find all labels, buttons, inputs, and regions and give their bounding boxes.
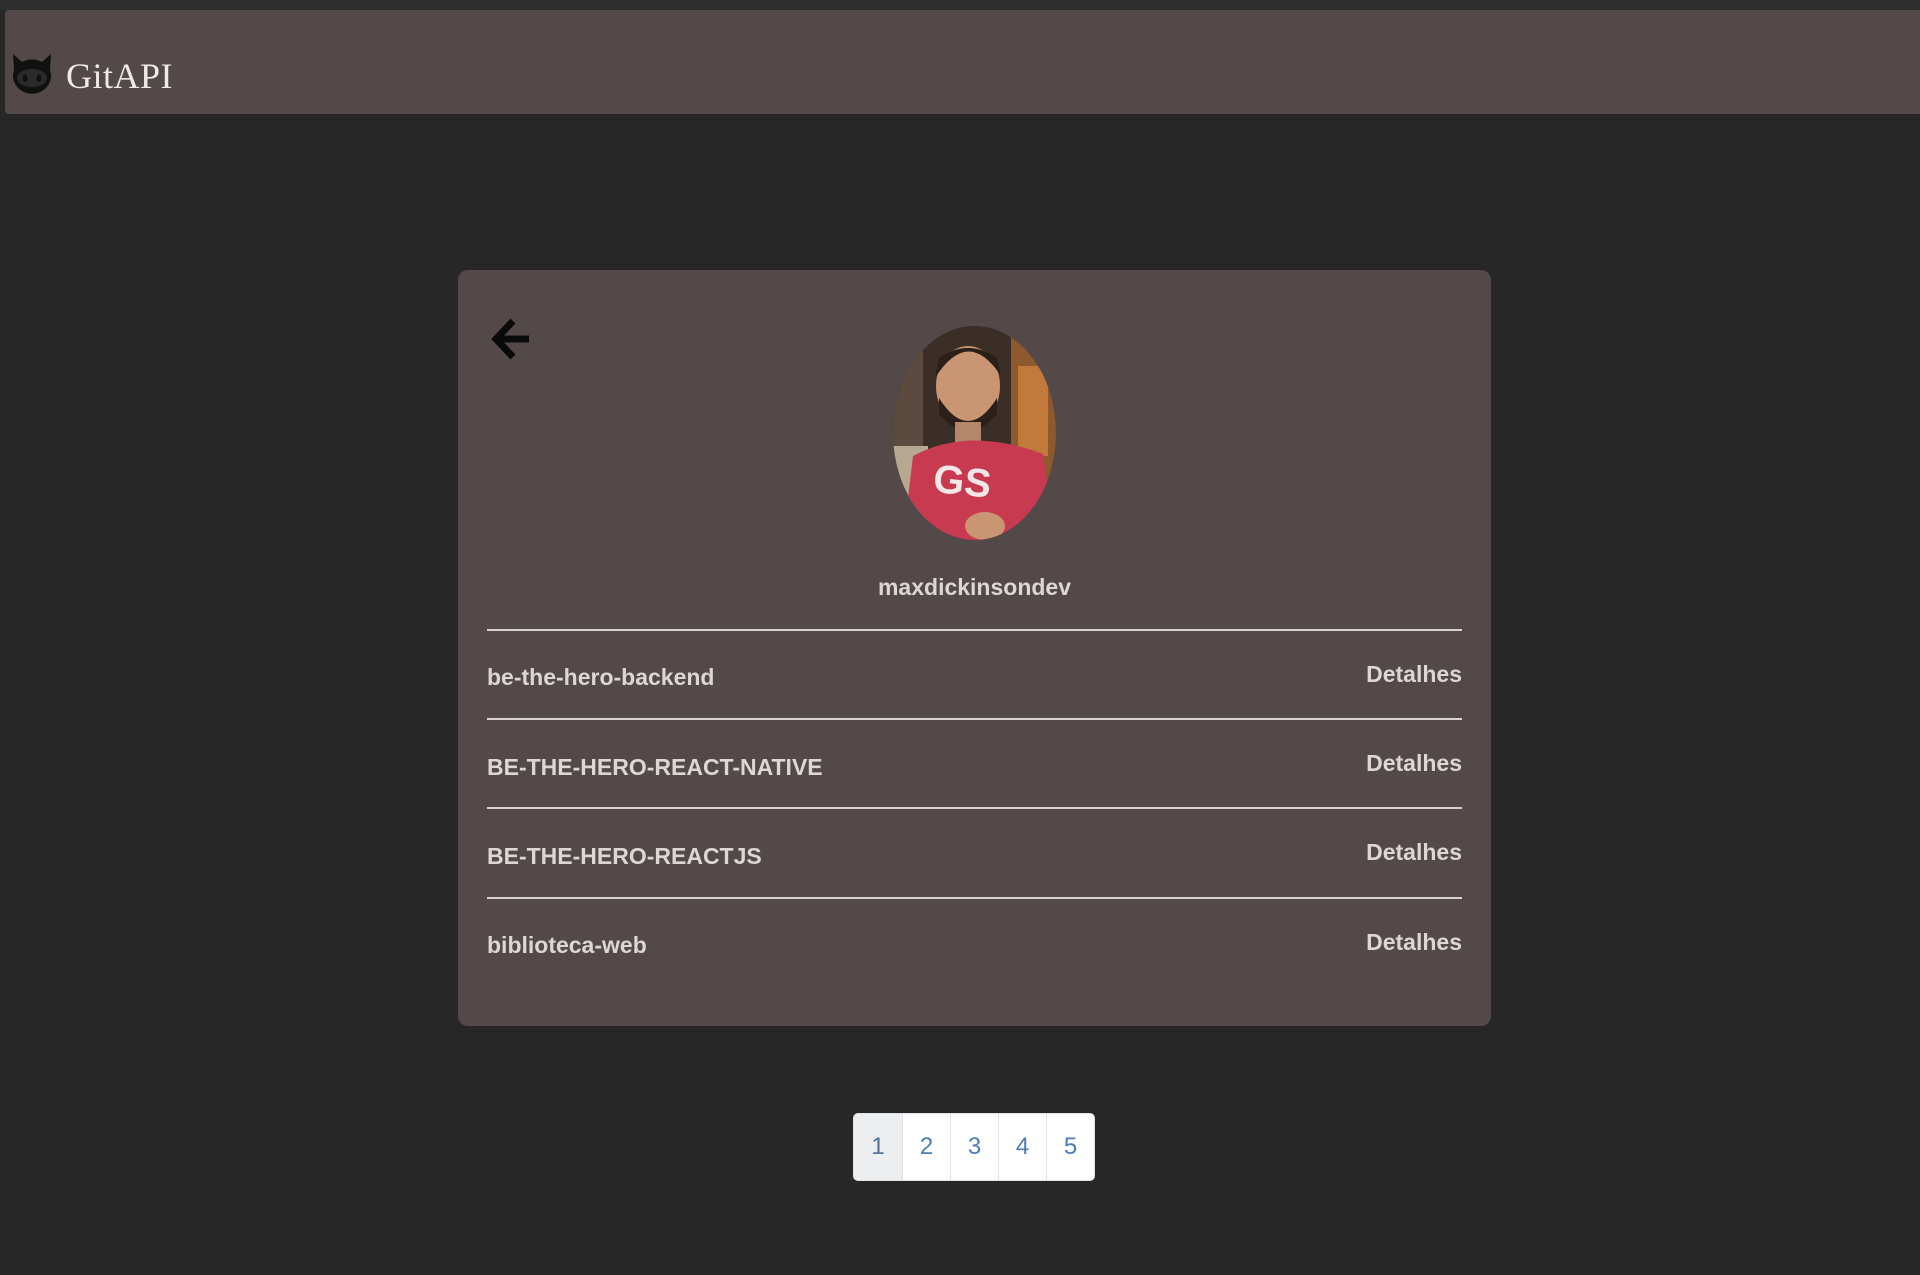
username-separator [487, 629, 1462, 631]
github-octocat-icon [12, 54, 52, 94]
repo-details-link[interactable]: Detalhes [1366, 841, 1462, 864]
repo-name[interactable]: BE-THE-HERO-REACTJS [487, 845, 762, 868]
repo-separator [487, 807, 1462, 809]
window-top-strip [0, 0, 1920, 10]
page-button[interactable]: 2 [902, 1114, 950, 1180]
page-button[interactable]: 3 [950, 1114, 998, 1180]
page-button[interactable]: 5 [1046, 1114, 1094, 1180]
page-button[interactable]: 4 [998, 1114, 1046, 1180]
svg-text:GS: GS [931, 457, 993, 507]
repo-separator [487, 718, 1462, 720]
repo-details-link[interactable]: Detalhes [1366, 752, 1462, 775]
repo-details-link[interactable]: Detalhes [1366, 663, 1462, 686]
username: maxdickinsondev [877, 574, 1072, 600]
repo-name[interactable]: be-the-hero-backend [487, 666, 714, 689]
page-button[interactable]: 1 [854, 1114, 902, 1180]
repo-name[interactable]: biblioteca-web [487, 934, 647, 957]
pagination: 1 2 3 4 5 [853, 1113, 1095, 1181]
app-title[interactable]: GitAPI [66, 58, 173, 94]
profile-card: GS maxdickinsondev be-the-hero-backend D… [458, 270, 1491, 1026]
navbar: GitAPI [5, 10, 1920, 114]
repo-name[interactable]: BE-THE-HERO-REACT-NATIVE [487, 756, 823, 779]
avatar[interactable]: GS [893, 326, 1056, 540]
repo-details-link[interactable]: Detalhes [1366, 931, 1462, 954]
arrow-left-icon[interactable] [488, 314, 534, 364]
repo-separator [487, 897, 1462, 899]
